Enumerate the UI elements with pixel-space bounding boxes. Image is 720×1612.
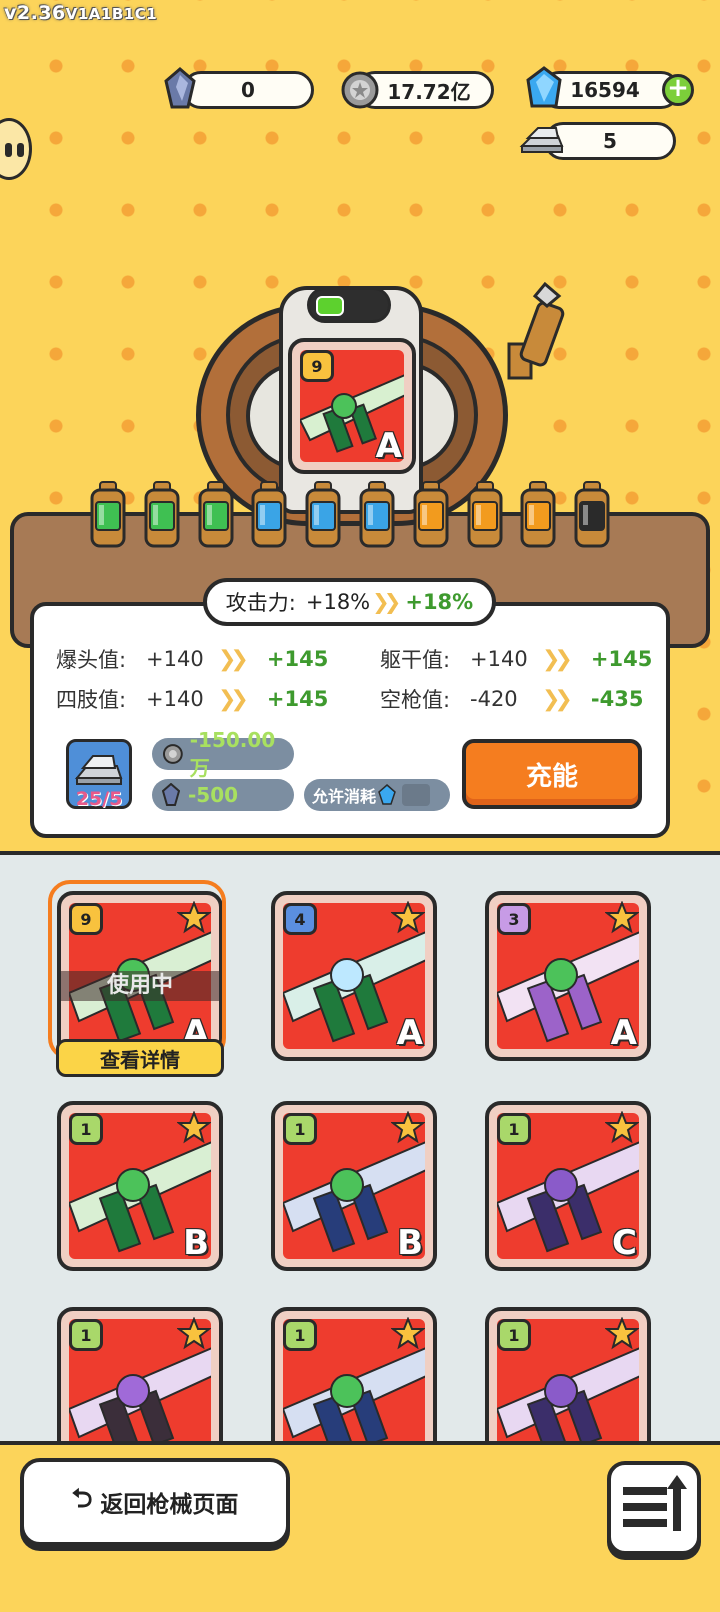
weapon-item-card[interactable]: 4A	[271, 891, 437, 1061]
diamond-icon	[378, 784, 396, 805]
weapon-item-card[interactable]: 1B	[57, 1101, 223, 1271]
weapon-item-card[interactable]: 1	[271, 1307, 437, 1441]
stat-headshot: 爆头值: +140 ❯❯ +145	[56, 646, 329, 673]
level-badge: 1	[497, 1319, 531, 1351]
version-label: v2.36V1A1B1C1	[4, 2, 158, 24]
weapon-item-card[interactable]: 1B	[271, 1101, 437, 1271]
level-badge: 3	[497, 903, 531, 935]
allow-consume-toggle[interactable]: 允许消耗	[304, 779, 450, 811]
energy-bottle	[249, 480, 289, 550]
sort-list-icon	[623, 1475, 687, 1531]
chevron-right-icon: ❯❯	[372, 590, 401, 614]
toggle-switch[interactable]	[402, 784, 431, 806]
coin-cost: -150.00万	[152, 728, 294, 780]
level-badge: 1	[69, 1319, 103, 1351]
silver-bar-icon	[518, 122, 566, 158]
energy-bottle	[88, 480, 128, 550]
energy-bottle	[357, 480, 397, 550]
favorite-star-icon[interactable]	[391, 901, 425, 935]
level-badge: 1	[283, 1113, 317, 1145]
grade-label: A	[375, 426, 402, 466]
machine-pipe-icon	[507, 281, 565, 380]
energy-bottle	[196, 480, 236, 550]
weapon-item-card[interactable]: 1C	[485, 1101, 651, 1271]
favorite-star-icon[interactable]	[177, 1317, 211, 1351]
grade-label: B	[397, 1223, 423, 1263]
charge-button[interactable]: 充能	[462, 739, 642, 809]
level-badge: 9	[300, 350, 334, 382]
attack-stat: 攻击力: +18% ❯❯ +18%	[203, 578, 496, 626]
dark-crystal-icon	[162, 66, 198, 112]
dark-crystal-icon	[162, 783, 180, 806]
energy-bottle	[572, 480, 612, 550]
grade-label: C	[612, 1223, 637, 1263]
material-count: 25/5	[75, 788, 123, 810]
energy-bottle	[142, 480, 182, 550]
favorite-star-icon[interactable]	[177, 1111, 211, 1145]
back-arrow-icon: ⮌	[71, 1484, 93, 1514]
machine-weapon-card: 9 A	[288, 338, 416, 474]
stat-empty-gun: 空枪值: -420 ❯❯ -435	[380, 686, 644, 713]
level-badge: 1	[69, 1113, 103, 1145]
favorite-star-icon[interactable]	[391, 1111, 425, 1145]
material-slot[interactable]: 25/5	[66, 739, 132, 810]
stat-limbs: 四肢值: +140 ❯❯ +145	[56, 686, 329, 713]
chevron-right-icon: ❯❯	[218, 686, 249, 712]
favorite-star-icon[interactable]	[605, 901, 639, 935]
crystal-cost: -500	[152, 779, 294, 811]
back-to-weapons-button[interactable]: ⮌ 返回枪械页面	[20, 1458, 290, 1546]
view-details-button[interactable]: 查看详情	[56, 1039, 224, 1077]
energy-bottle	[303, 480, 343, 550]
diamond-icon	[524, 66, 564, 112]
grade-label: B	[183, 1223, 209, 1263]
coin-icon	[340, 70, 380, 110]
favorite-star-icon[interactable]	[391, 1317, 425, 1351]
grade-label: A	[396, 1013, 423, 1053]
grade-label: A	[610, 1013, 637, 1053]
sort-menu-button[interactable]	[607, 1461, 701, 1555]
coin-icon	[162, 744, 183, 764]
chevron-right-icon: ❯❯	[542, 686, 573, 712]
level-badge: 1	[497, 1113, 531, 1145]
selected-item-highlight	[48, 880, 226, 1060]
side-drawer-button[interactable]	[0, 118, 32, 180]
stat-torso: 躯干值: +140 ❯❯ +145	[380, 646, 653, 673]
energy-bottle	[518, 480, 558, 550]
weapon-item-card[interactable]: 3A	[485, 891, 651, 1061]
favorite-star-icon[interactable]	[605, 1317, 639, 1351]
favorite-star-icon[interactable]	[605, 1111, 639, 1145]
weapon-item-card[interactable]: 1	[485, 1307, 651, 1441]
energy-bottle	[465, 480, 505, 550]
level-badge: 4	[283, 903, 317, 935]
chevron-right-icon: ❯❯	[542, 646, 573, 672]
silver-bar-icon	[74, 755, 123, 785]
energy-bottle	[411, 480, 451, 550]
weapon-item-card[interactable]: 1	[57, 1307, 223, 1441]
add-diamond-button[interactable]: +	[662, 74, 694, 106]
battery-indicator	[307, 287, 391, 323]
crystal-counter: 0	[182, 71, 314, 109]
level-badge: 1	[283, 1319, 317, 1351]
chevron-right-icon: ❯❯	[218, 646, 249, 672]
